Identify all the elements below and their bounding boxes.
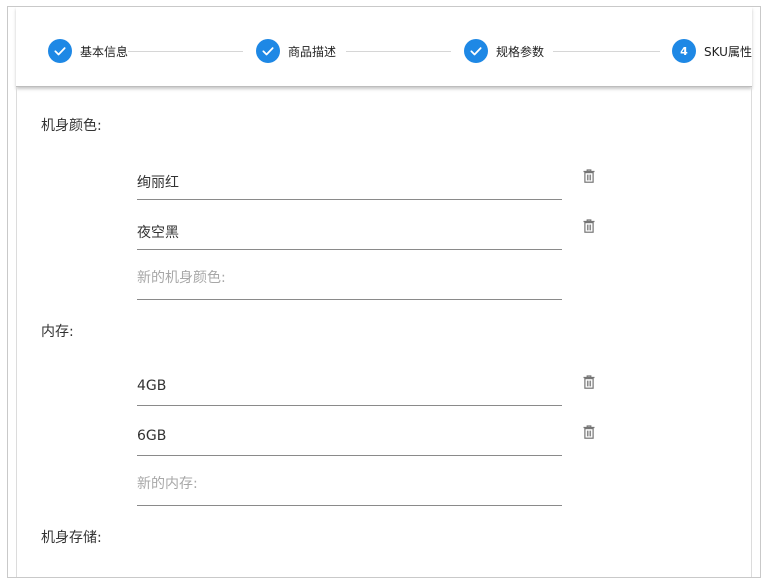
group-label-color: 机身颜色: bbox=[41, 118, 102, 134]
step-complete-indicator bbox=[48, 39, 72, 63]
delete-option-button[interactable] bbox=[582, 374, 596, 390]
check-icon bbox=[54, 47, 66, 56]
content-border bbox=[751, 87, 752, 577]
trash-icon bbox=[583, 169, 595, 183]
step-number-indicator: 4 bbox=[672, 39, 696, 63]
option-field[interactable]: 绚丽红 bbox=[137, 164, 562, 200]
option-field[interactable]: 夜空黑 bbox=[137, 214, 562, 250]
step-connector bbox=[128, 51, 243, 52]
step-spec-params[interactable]: 规格参数 bbox=[464, 39, 544, 63]
group-label-storage: 机身存储: bbox=[41, 530, 102, 546]
step-connector bbox=[346, 51, 451, 52]
delete-option-button[interactable] bbox=[582, 168, 596, 184]
sku-editor-window: 基本信息 商品描述 规格参数 4 SKU属性 机身颜色: 绚丽红 夜空黑 新的机… bbox=[7, 6, 761, 578]
option-field[interactable]: 4GB bbox=[137, 370, 562, 406]
step-product-description[interactable]: 商品描述 bbox=[256, 39, 336, 63]
new-color-input[interactable] bbox=[137, 270, 562, 286]
step-complete-indicator bbox=[256, 39, 280, 63]
step-sku-attributes[interactable]: 4 SKU属性 bbox=[672, 39, 752, 63]
step-basic-info[interactable]: 基本信息 bbox=[48, 39, 128, 63]
step-number: 4 bbox=[680, 44, 688, 58]
content-border bbox=[16, 87, 17, 577]
delete-option-button[interactable] bbox=[582, 218, 596, 234]
group-label-memory: 内存: bbox=[41, 324, 74, 340]
trash-icon bbox=[583, 219, 595, 233]
step-label: 基本信息 bbox=[80, 44, 129, 59]
trash-icon bbox=[583, 375, 595, 389]
step-complete-indicator bbox=[464, 39, 488, 63]
delete-option-button[interactable] bbox=[582, 424, 596, 440]
new-option-field[interactable] bbox=[137, 264, 562, 300]
new-option-field[interactable] bbox=[137, 470, 562, 506]
new-memory-input[interactable] bbox=[137, 476, 562, 492]
option-value: 4GB bbox=[137, 378, 167, 394]
step-label: 商品描述 bbox=[288, 44, 337, 59]
step-connector bbox=[553, 51, 660, 52]
check-icon bbox=[262, 47, 274, 56]
step-label: SKU属性 bbox=[704, 44, 752, 59]
stepper: 基本信息 商品描述 规格参数 4 SKU属性 bbox=[16, 7, 752, 87]
check-icon bbox=[470, 47, 482, 56]
option-value: 绚丽红 bbox=[137, 175, 179, 191]
option-field[interactable]: 6GB bbox=[137, 420, 562, 456]
trash-icon bbox=[583, 425, 595, 439]
option-value: 夜空黑 bbox=[137, 225, 179, 241]
option-value: 6GB bbox=[137, 428, 167, 444]
step-label: 规格参数 bbox=[496, 44, 545, 59]
